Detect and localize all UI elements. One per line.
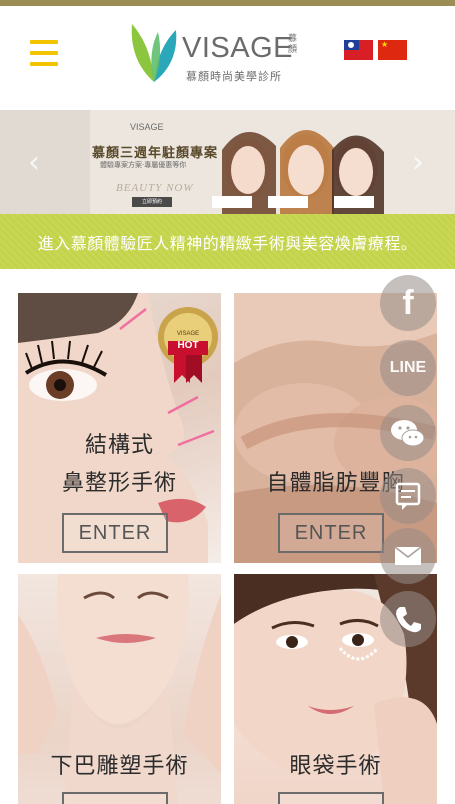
banner-background: [0, 110, 455, 214]
wechat-button[interactable]: [380, 405, 436, 461]
line-icon: LINE: [389, 359, 427, 376]
enter-button[interactable]: ENTER: [62, 513, 168, 553]
phone-button[interactable]: [380, 591, 436, 647]
slogan-text: 進入慕顏體驗匠人精神的精緻手術與美容煥膚療程。: [37, 234, 418, 253]
line-button[interactable]: LINE: [380, 340, 436, 396]
service-card-chin-sculpting[interactable]: 下巴雕塑手術 ENTER: [18, 574, 221, 804]
badge-brand-text: VISAGE: [176, 331, 200, 337]
service-card-rhinoplasty[interactable]: VISAGE HOT 結構式 鼻整形手術 ENTER: [18, 293, 221, 563]
enter-button[interactable]: ENTER: [278, 792, 384, 804]
phone-icon: [396, 607, 421, 633]
taiwan-flag-icon[interactable]: [344, 40, 373, 60]
logo-subtitle: 慕顏時尚美學診所: [186, 70, 282, 83]
logo-chinese-mark: 慕顏: [288, 34, 298, 55]
china-flag-icon[interactable]: ★: [378, 40, 407, 60]
wechat-icon: [391, 420, 425, 447]
banner-english: BEAUTY NOW: [116, 182, 194, 194]
banner-headline: 慕顏三週年駐顏專案: [92, 146, 219, 161]
badge-hot-text: HOT: [177, 340, 199, 351]
hamburger-icon[interactable]: [30, 40, 58, 66]
card-title: 眼袋手術: [289, 754, 382, 779]
chat-button[interactable]: [380, 468, 436, 524]
site-logo[interactable]: VISAGE 慕顏 慕顏時尚美學診所: [128, 18, 303, 86]
banner-subline: 體驗專案方案‧專屬優惠等你: [100, 161, 187, 169]
banner-cta-button[interactable]: 立即預約: [132, 197, 172, 207]
banner-brand: VISAGE: [130, 122, 164, 132]
facebook-button[interactable]: f: [380, 275, 436, 331]
card-title-line1: 結構式: [84, 433, 154, 458]
enter-button[interactable]: ENTER: [62, 792, 168, 804]
card-title: 下巴雕塑手術: [50, 754, 189, 779]
enter-button[interactable]: ENTER: [278, 513, 384, 553]
card-title-line2: 鼻整形手術: [61, 471, 177, 496]
chevron-left-icon[interactable]: ‹: [28, 148, 40, 178]
facebook-icon: f: [402, 284, 414, 322]
promo-banner[interactable]: VISAGE 慕顏三週年駐顏專案 體驗專案方案‧專屬優惠等你 BEAUTY NO…: [0, 110, 455, 214]
site-header: VISAGE 慕顏 慕顏時尚美學診所 ★: [0, 6, 455, 110]
mail-icon: [394, 546, 422, 565]
chevron-right-icon[interactable]: ›: [412, 148, 424, 178]
chat-icon: [395, 482, 421, 510]
email-button[interactable]: [380, 528, 436, 584]
slogan-strip: 進入慕顏體驗匠人精神的精緻手術與美容煥膚療程。: [0, 214, 455, 269]
logo-wordmark: VISAGE: [182, 32, 293, 64]
visage-leaf-icon: [131, 24, 177, 82]
